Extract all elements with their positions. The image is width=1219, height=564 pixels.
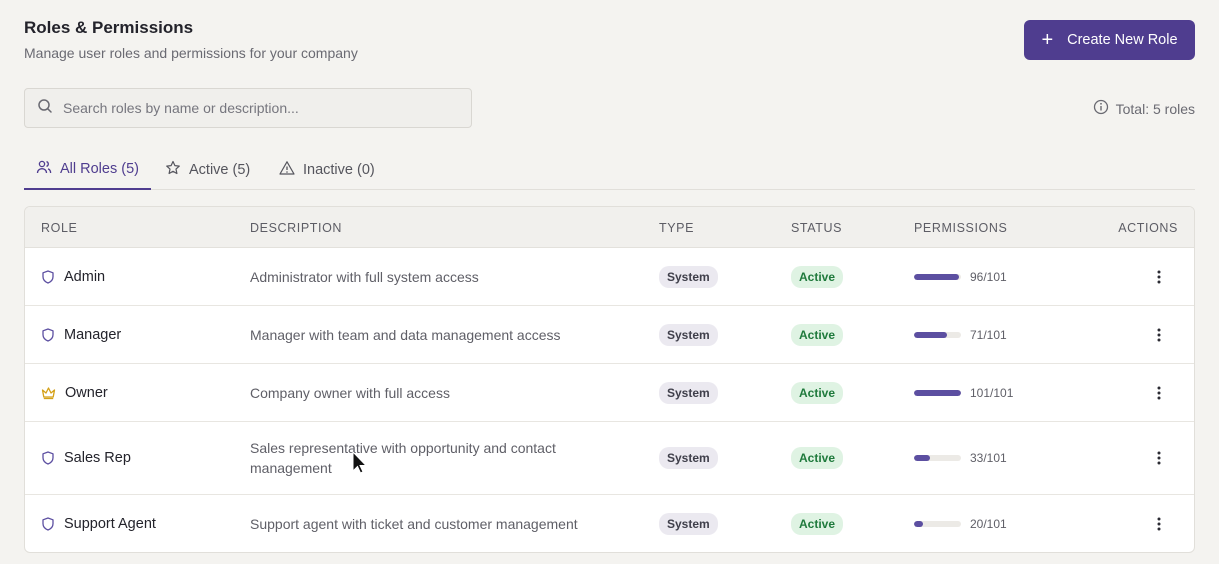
- roles-table: ROLE DESCRIPTION TYPE STATUS PERMISSIONS…: [24, 206, 1195, 553]
- permissions-cell: 96/101: [914, 270, 1007, 284]
- col-header-role: ROLE: [41, 221, 78, 235]
- table-row: Manager Manager with team and data manage…: [25, 306, 1194, 364]
- table-row: Admin Administrator with full system acce…: [25, 248, 1194, 306]
- permissions-cell: 71/101: [914, 328, 1007, 342]
- role-description: Support agent with ticket and customer m…: [250, 516, 578, 532]
- tab-active-label: Active (5): [189, 162, 251, 178]
- role-name: Support Agent: [64, 516, 156, 532]
- role-name: Sales Rep: [64, 450, 131, 466]
- status-badge: Active: [791, 447, 844, 469]
- mouse-cursor: [352, 450, 368, 480]
- page-subtitle: Manage user roles and permissions for yo…: [24, 45, 358, 61]
- more-actions-icon[interactable]: [1157, 451, 1161, 465]
- tab-all-roles[interactable]: All Roles (5): [24, 150, 151, 190]
- role-cell: Sales Rep: [41, 450, 131, 466]
- tab-inactive[interactable]: Inactive (0): [267, 150, 387, 190]
- more-actions-icon[interactable]: [1157, 517, 1161, 531]
- permissions-bar-fill: [914, 521, 924, 527]
- warning-icon: [279, 160, 295, 180]
- search-box[interactable]: [24, 88, 472, 128]
- table-row: Sales Rep Sales representative with oppor…: [25, 422, 1194, 495]
- col-header-permissions: PERMISSIONS: [914, 221, 1008, 235]
- more-actions-icon[interactable]: [1157, 328, 1161, 342]
- col-header-description: DESCRIPTION: [250, 221, 343, 235]
- permissions-bar-fill: [914, 331, 947, 338]
- shield-icon: [41, 269, 55, 284]
- total-label: Total: 5 roles: [1115, 100, 1195, 117]
- star-icon: [165, 160, 181, 180]
- role-tabs: All Roles (5) Active (5) Inactive (0): [24, 150, 1195, 190]
- status-badge: Active: [791, 381, 844, 404]
- permissions-bar: [914, 389, 961, 396]
- plus-icon: +: [1041, 29, 1054, 51]
- search-input[interactable]: [63, 100, 443, 116]
- more-actions-icon[interactable]: [1157, 270, 1161, 284]
- role-name: Owner: [65, 384, 108, 401]
- permissions-bar: [914, 331, 961, 338]
- role-name: Admin: [64, 268, 106, 285]
- shield-icon: [41, 327, 55, 342]
- status-badge: Active: [791, 513, 844, 535]
- page-title: Roles & Permissions: [24, 18, 194, 37]
- permissions-count: 96/101: [970, 269, 1007, 284]
- info-icon: [1093, 99, 1109, 118]
- more-actions-icon[interactable]: [1157, 386, 1161, 400]
- permissions-bar: [914, 521, 961, 527]
- permissions-count: 101/101: [970, 385, 1014, 400]
- permissions-cell: 33/101: [914, 451, 1007, 465]
- table-header: ROLE DESCRIPTION TYPE STATUS PERMISSIONS…: [25, 207, 1194, 248]
- tab-active[interactable]: Active (5): [153, 150, 262, 190]
- shield-icon: [41, 451, 55, 465]
- col-header-status: STATUS: [791, 221, 843, 235]
- type-badge: System: [659, 381, 718, 404]
- permissions-count: 33/101: [970, 451, 1007, 465]
- col-header-actions: ACTIONS: [1118, 221, 1178, 235]
- role-description: Company owner with full access: [250, 384, 450, 401]
- role-cell: Manager: [41, 327, 121, 343]
- table-row: Support Agent Support agent with ticket a…: [25, 495, 1194, 552]
- role-description: Administrator with full system access: [250, 268, 479, 285]
- type-badge: System: [659, 323, 718, 346]
- role-description: Manager with team and data management ac…: [250, 326, 561, 343]
- crown-icon: [41, 386, 56, 400]
- role-description: Sales representative with opportunity an…: [250, 440, 556, 476]
- permissions-bar-fill: [914, 389, 961, 396]
- permissions-bar-fill: [914, 455, 930, 461]
- search-icon: [37, 98, 53, 119]
- status-badge: Active: [791, 265, 844, 288]
- permissions-cell: 20/101: [914, 517, 1007, 531]
- role-cell: Owner: [41, 385, 108, 401]
- type-badge: System: [659, 513, 718, 535]
- permissions-bar-fill: [914, 273, 959, 280]
- permissions-count: 20/101: [970, 517, 1007, 531]
- role-cell: Admin: [41, 269, 105, 285]
- tab-inactive-label: Inactive (0): [303, 162, 375, 178]
- total-roles: Total: 5 roles: [1093, 99, 1195, 118]
- role-name: Manager: [64, 326, 122, 343]
- permissions-bar: [914, 273, 961, 280]
- type-badge: System: [659, 265, 718, 288]
- shield-icon: [41, 517, 55, 531]
- create-new-role-button[interactable]: + Create New Role: [1024, 20, 1195, 60]
- table-row: Owner Company owner with full access Syste…: [25, 364, 1194, 422]
- permissions-cell: 101/101: [914, 386, 1013, 400]
- permissions-bar: [914, 455, 961, 461]
- type-badge: System: [659, 447, 718, 469]
- col-header-type: TYPE: [659, 221, 695, 235]
- create-new-role-label: Create New Role: [1067, 32, 1178, 48]
- role-cell: Support Agent: [41, 516, 156, 532]
- permissions-count: 71/101: [970, 327, 1007, 342]
- status-badge: Active: [791, 323, 844, 346]
- tab-all-roles-label: All Roles (5): [60, 161, 139, 177]
- users-icon: [36, 159, 52, 179]
